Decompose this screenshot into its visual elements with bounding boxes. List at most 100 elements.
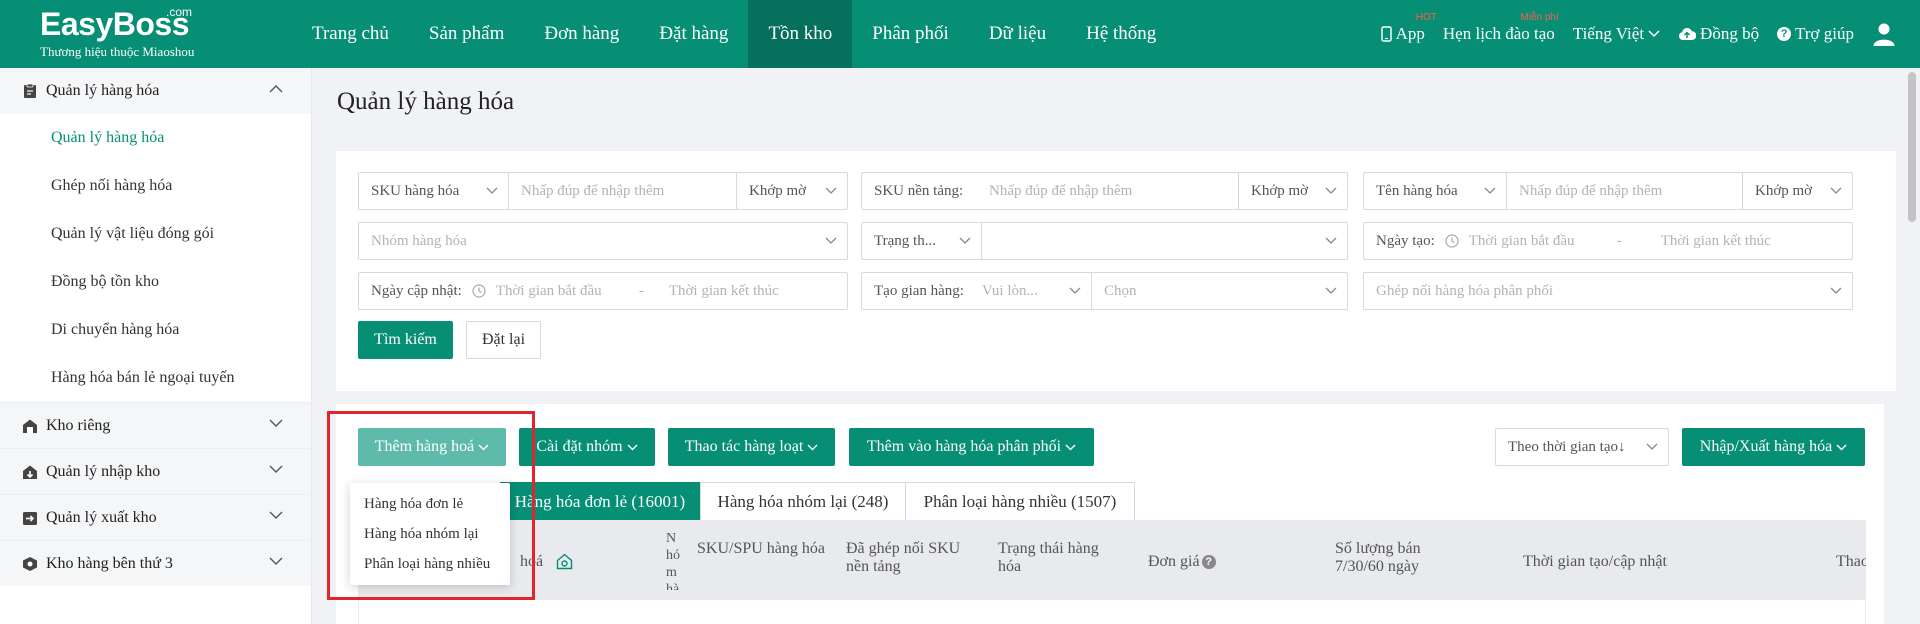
group-setting-button[interactable]: Cài đặt nhóm bbox=[519, 428, 655, 466]
chevron-down-icon bbox=[1065, 444, 1076, 450]
nav-orders[interactable]: Đơn hàng bbox=[524, 0, 639, 68]
sku-filter: SKU hàng hóa Nhấp đúp để nhập thêm Khớp … bbox=[358, 172, 848, 210]
language-select[interactable]: Tiếng Việt bbox=[1573, 24, 1660, 44]
chevron-down-icon bbox=[1325, 187, 1337, 194]
goods-name-type-select[interactable]: Tên hàng hóa bbox=[1364, 173, 1507, 209]
platform-sku-label: SKU nền tảng: bbox=[874, 182, 964, 199]
dropdown-item-grouped[interactable]: Hàng hóa nhóm lại bbox=[350, 519, 510, 549]
sku-type-label: SKU hàng hóa bbox=[371, 182, 460, 199]
sidebar-group-goods[interactable]: Quản lý hàng hóa bbox=[0, 68, 311, 114]
sku-input[interactable]: Nhấp đúp để nhập thêm bbox=[509, 173, 737, 209]
import-export-button[interactable]: Nhập/Xuất hàng hóa bbox=[1682, 428, 1865, 466]
batch-action-button[interactable]: Thao tác hàng loạt bbox=[668, 428, 835, 466]
phone-icon bbox=[1380, 26, 1392, 42]
app-label: App bbox=[1395, 24, 1425, 43]
platform-sku-match-select[interactable]: Khớp mờ bbox=[1239, 173, 1347, 209]
distribution-pairing-select[interactable]: Ghép nối hàng hóa phân phối bbox=[1363, 272, 1853, 310]
logo-com: .com bbox=[166, 5, 193, 19]
chevron-down-icon bbox=[1484, 187, 1496, 194]
goods-name-input[interactable]: Nhấp đúp để nhập thêm bbox=[1507, 173, 1743, 209]
sidebar-group-private-warehouse[interactable]: Kho riêng bbox=[0, 402, 311, 448]
sku-type-select[interactable]: SKU hàng hóa bbox=[359, 173, 509, 209]
sidebar-item-stock-sync[interactable]: Đồng bộ tồn kho bbox=[0, 258, 311, 306]
updated-end-placeholder: Thời gian kết thúc bbox=[668, 282, 779, 299]
add-distribution-button[interactable]: Thêm vào hàng hóa phân phối bbox=[849, 428, 1094, 466]
image-setting-icon[interactable] bbox=[556, 553, 573, 570]
add-goods-button[interactable]: Thêm hàng hoá bbox=[358, 428, 506, 466]
goods-name-match-select[interactable]: Khớp mờ bbox=[1743, 173, 1852, 209]
page-scrollbar[interactable] bbox=[1908, 68, 1916, 624]
tab-multi-variant[interactable]: Phân loại hàng nhiều (1507) bbox=[905, 482, 1135, 522]
sidebar-group-inbound[interactable]: Quản lý nhập kho bbox=[0, 448, 311, 494]
sidebar-item-offline-retail[interactable]: Hàng hóa bán lẻ ngoại tuyến bbox=[0, 354, 311, 402]
updated-date-label: Ngày cập nhật: bbox=[371, 282, 462, 299]
col-status: Trạng thái hàng hóa bbox=[998, 540, 1099, 575]
col-price-label: Đơn giá bbox=[1148, 553, 1200, 570]
sidebar-group-label: Quản lý xuất kho bbox=[46, 508, 157, 526]
chevron-down-icon bbox=[1325, 287, 1337, 294]
nav-products[interactable]: Sản phẩm bbox=[409, 0, 524, 68]
sidebar-item-goods-management[interactable]: Quản lý hàng hóa bbox=[0, 114, 311, 162]
nav-data[interactable]: Dữ liệu bbox=[969, 0, 1066, 68]
nav-purchase[interactable]: Đặt hàng bbox=[639, 0, 748, 68]
store-label-box: Tạo gian hàng: bbox=[862, 273, 982, 309]
sidebar-item-goods-move[interactable]: Di chuyển hàng hóa bbox=[0, 306, 311, 354]
created-date-dash: - bbox=[1616, 232, 1622, 249]
store-choose-select[interactable]: Chọn bbox=[1092, 273, 1347, 309]
goods-group-placeholder: Nhóm hàng hóa bbox=[371, 232, 467, 249]
col-product: hoá bbox=[520, 553, 544, 570]
sidebar-item-packaging[interactable]: Quản lý vật liệu đóng gói bbox=[0, 210, 311, 258]
nav-inventory[interactable]: Tồn kho bbox=[748, 0, 853, 68]
created-date-range[interactable]: Ngày tạo: Thời gian bắt đầu - Thời gian … bbox=[1363, 222, 1853, 260]
goods-name-type-label: Tên hàng hóa bbox=[1376, 182, 1458, 199]
sort-select[interactable]: Theo thời gian tạo↓ bbox=[1495, 428, 1669, 466]
third-party-icon bbox=[23, 556, 37, 571]
main-nav: Trang chủ Sản phẩm Đơn hàng Đặt hàng Tồn… bbox=[292, 0, 1176, 68]
search-button[interactable]: Tìm kiếm bbox=[358, 321, 453, 359]
status-type-label: Trạng th... bbox=[874, 232, 936, 249]
logo[interactable]: EasyBoss .com Thương hiệu thuộc Miaoshou bbox=[40, 5, 194, 60]
clock-icon bbox=[1445, 234, 1459, 248]
user-avatar[interactable] bbox=[1872, 22, 1896, 46]
sku-match-select[interactable]: Khớp mờ bbox=[737, 173, 847, 209]
platform-sku-input[interactable]: Nhấp đúp để nhập thêm bbox=[977, 173, 1239, 209]
dropdown-item-single[interactable]: Hàng hóa đơn lẻ bbox=[350, 489, 510, 519]
store-choose-placeholder: Chọn bbox=[1104, 282, 1137, 299]
col-ops: Thao bbox=[1836, 553, 1866, 570]
status-value-select[interactable] bbox=[982, 223, 1347, 259]
nav-distribution[interactable]: Phân phối bbox=[852, 0, 969, 68]
sync-button[interactable]: Đồng bộ bbox=[1678, 24, 1759, 44]
nav-home[interactable]: Trang chủ bbox=[292, 0, 409, 68]
status-filter: Trạng th... bbox=[861, 222, 1348, 260]
sidebar-item-goods-pairing[interactable]: Ghép nối hàng hóa bbox=[0, 162, 311, 210]
dropdown-item-multi-variant[interactable]: Phân loại hàng nhiều bbox=[350, 549, 510, 579]
table-body bbox=[358, 600, 1866, 624]
training-link[interactable]: Hẹn lịch đào tạo Miễn phí bbox=[1443, 12, 1559, 44]
goods-group-select[interactable]: Nhóm hàng hóa bbox=[358, 222, 848, 260]
chevron-down-icon bbox=[1830, 287, 1842, 294]
sidebar-group-third-party[interactable]: Kho hàng bên thứ 3 bbox=[0, 540, 311, 586]
store-label: Tạo gian hàng: bbox=[874, 282, 964, 299]
clipboard-icon bbox=[24, 83, 36, 98]
chevron-down-icon bbox=[486, 187, 498, 194]
chevron-down-icon bbox=[269, 511, 283, 519]
tab-grouped-goods[interactable]: Hàng hóa nhóm lại (248) bbox=[700, 482, 906, 522]
question-icon[interactable]: ? bbox=[1201, 555, 1216, 569]
add-distribution-label: Thêm vào hàng hóa phân phối bbox=[866, 438, 1062, 455]
app-link[interactable]: App HOT bbox=[1380, 12, 1437, 44]
sidebar-group-outbound[interactable]: Quản lý xuất kho bbox=[0, 494, 311, 540]
tab-single-goods[interactable]: Hàng hóa đơn lẻ (16001) bbox=[500, 482, 700, 522]
scrollbar-thumb[interactable] bbox=[1908, 72, 1916, 222]
updated-date-range[interactable]: Ngày cập nhật: Thời gian bắt đầu - Thời … bbox=[358, 272, 848, 310]
help-link[interactable]: ? Trợ giúp bbox=[1777, 24, 1854, 44]
sidebar-group-label: Kho hàng bên thứ 3 bbox=[46, 554, 173, 572]
chevron-down-icon bbox=[1325, 237, 1337, 244]
chevron-down-icon bbox=[1646, 443, 1658, 450]
batch-action-label: Thao tác hàng loạt bbox=[684, 438, 804, 455]
outbound-icon bbox=[23, 511, 37, 525]
status-type-select[interactable]: Trạng th... bbox=[862, 223, 982, 259]
created-end-placeholder: Thời gian kết thúc bbox=[1660, 232, 1771, 249]
reset-button[interactable]: Đặt lại bbox=[466, 321, 541, 359]
nav-system[interactable]: Hệ thống bbox=[1066, 0, 1176, 68]
store-platform-select[interactable]: Vui lòn... bbox=[982, 273, 1092, 309]
